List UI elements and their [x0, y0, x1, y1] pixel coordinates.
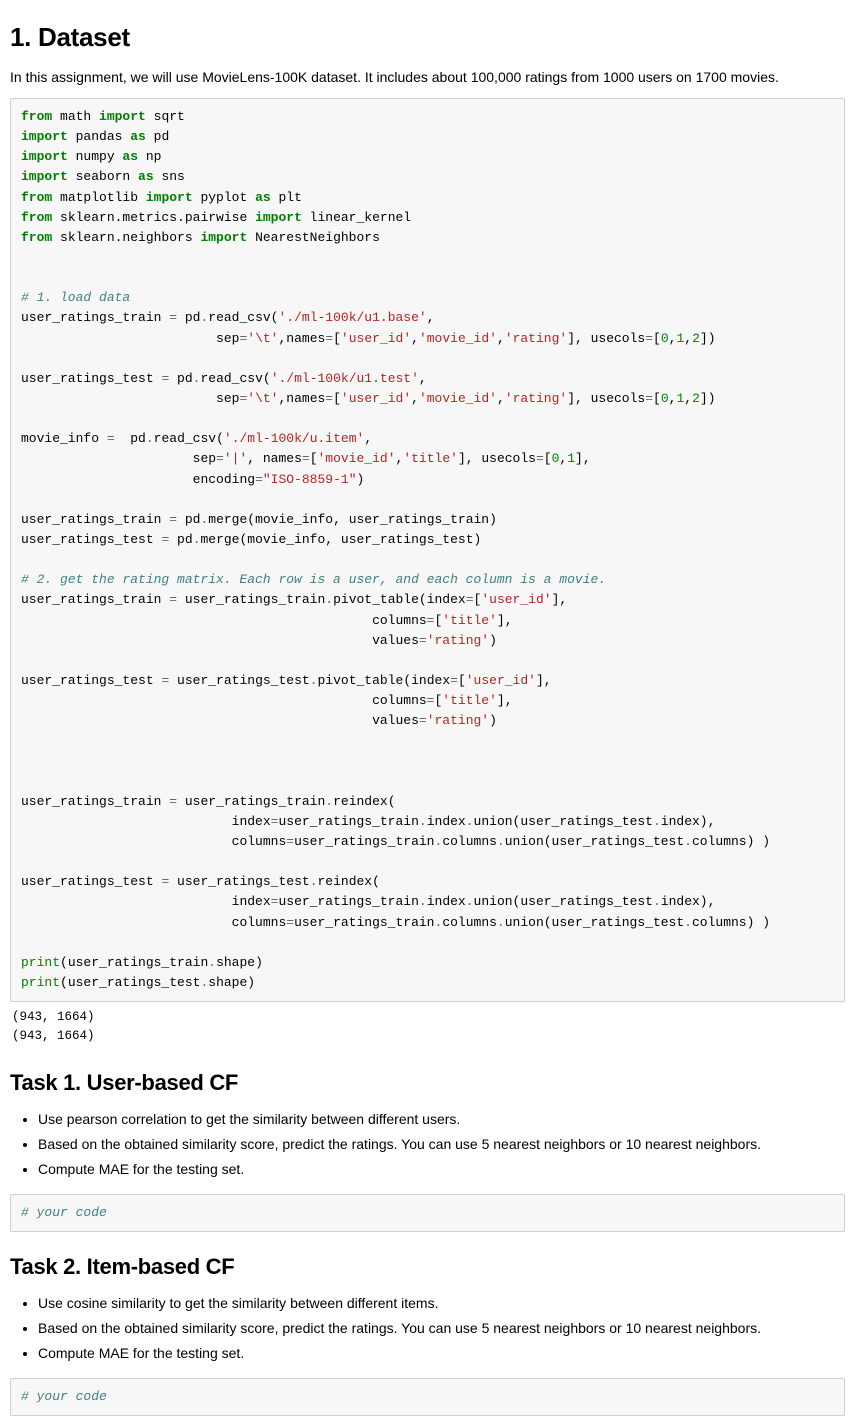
task1-list: Use pearson correlation to get the simil… [10, 1109, 845, 1180]
code-cell-task1: # your code [10, 1194, 845, 1232]
list-item: Compute MAE for the testing set. [38, 1159, 845, 1180]
code-cell-task2: # your code [10, 1378, 845, 1416]
list-item: Based on the obtained similarity score, … [38, 1318, 845, 1339]
list-item: Based on the obtained similarity score, … [38, 1134, 845, 1155]
output-cell: (943, 1664) (943, 1664) [10, 1002, 845, 1048]
list-item: Use cosine similarity to get the similar… [38, 1293, 845, 1314]
section-heading: 1. Dataset [10, 18, 845, 57]
code-cell-main: from math import sqrt import pandas as p… [10, 98, 845, 1002]
task2-heading: Task 2. Item-based CF [10, 1250, 845, 1283]
list-item: Compute MAE for the testing set. [38, 1343, 845, 1364]
task1-heading: Task 1. User-based CF [10, 1066, 845, 1099]
task2-list: Use cosine similarity to get the similar… [10, 1293, 845, 1364]
list-item: Use pearson correlation to get the simil… [38, 1109, 845, 1130]
intro-paragraph: In this assignment, we will use MovieLen… [10, 67, 845, 88]
